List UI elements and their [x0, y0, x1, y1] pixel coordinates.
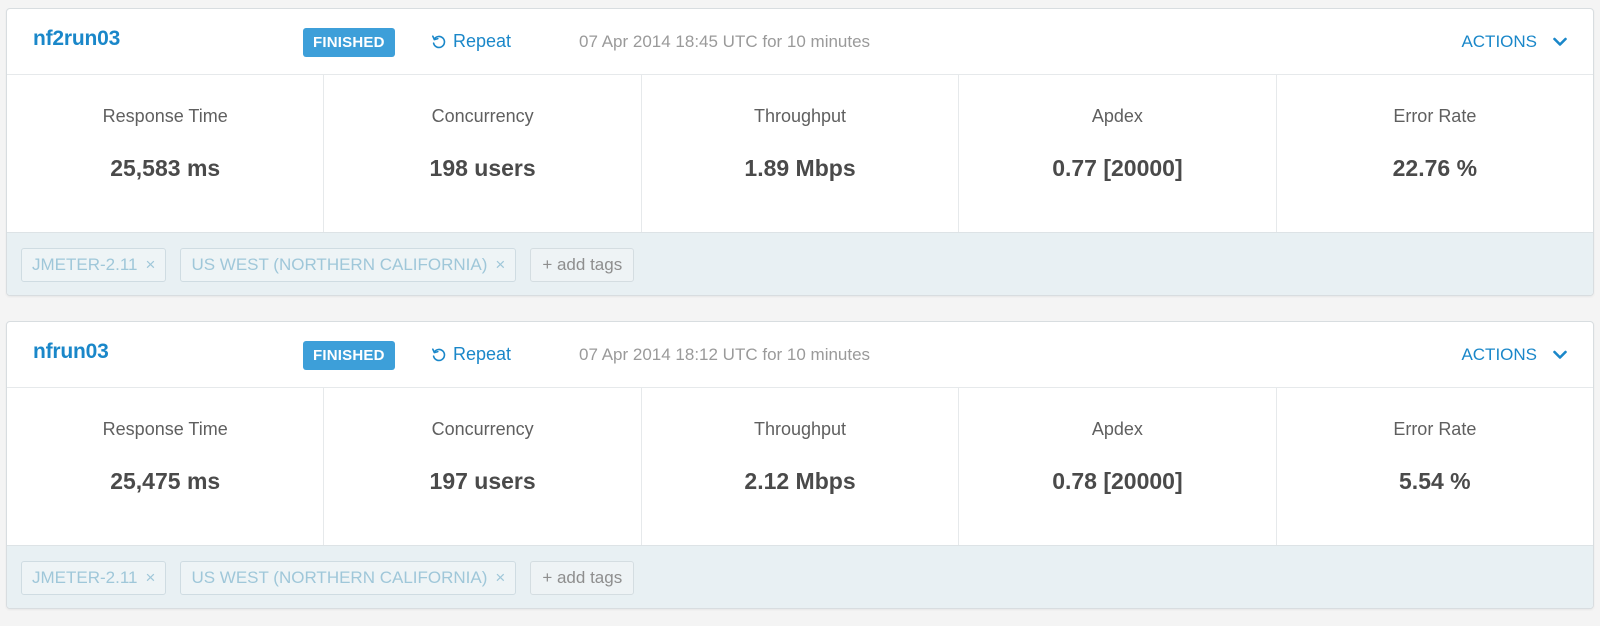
metric-value: 2.12 Mbps — [744, 468, 856, 494]
metric-value: 25,583 ms — [110, 155, 221, 181]
tag-label: JMETER-2.11 — [32, 568, 138, 587]
metric-value: 22.76 % — [1392, 155, 1478, 181]
metric-label: Apdex — [1091, 419, 1143, 439]
chevron-down-icon — [1553, 37, 1567, 46]
metric-value: 0.77 [20000] — [1052, 155, 1183, 181]
tag-region: US WEST (NORTHERN CALIFORNIA) × — [180, 248, 517, 282]
metric-error-rate: Error Rate 5.54 % — [1277, 388, 1593, 545]
tags-bar: JMETER-2.11 × US WEST (NORTHERN CALIFORN… — [7, 233, 1593, 295]
add-tags-button[interactable]: + add tags — [530, 248, 635, 282]
tag-label: US WEST (NORTHERN CALIFORNIA) — [191, 255, 488, 274]
metric-label: Throughput — [753, 106, 847, 126]
run-time: 07 Apr 2014 18:45 UTC for 10 minutes — [579, 32, 871, 51]
tag-jmeter: JMETER-2.11 × — [21, 248, 167, 282]
repeat-label: Repeat — [453, 344, 512, 364]
metric-error-rate: Error Rate 22.76 % — [1277, 75, 1593, 232]
metric-value: 25,475 ms — [110, 468, 221, 494]
close-icon[interactable]: × — [495, 568, 505, 588]
metric-apdex: Apdex 0.77 [20000] — [959, 75, 1277, 232]
repeat-label: Repeat — [453, 31, 512, 51]
close-icon[interactable]: × — [146, 255, 156, 275]
metric-label: Concurrency — [431, 106, 534, 126]
status-badge: FINISHED — [303, 28, 395, 57]
metric-value: 197 users — [429, 468, 536, 494]
repeat-button[interactable]: Repeat — [431, 31, 511, 52]
repeat-button[interactable]: Repeat — [431, 344, 511, 365]
run-name-link[interactable]: nf2run03 — [33, 27, 120, 51]
metric-throughput: Throughput 2.12 Mbps — [642, 388, 960, 545]
chevron-down-icon — [1553, 350, 1567, 359]
metric-response-time: Response Time 25,583 ms — [7, 75, 325, 232]
actions-label: ACTIONS — [1461, 32, 1537, 51]
add-tags-button[interactable]: + add tags — [530, 561, 635, 595]
metric-concurrency: Concurrency 198 users — [324, 75, 642, 232]
metric-label: Throughput — [753, 419, 847, 439]
tag-label: JMETER-2.11 — [32, 255, 138, 274]
metric-value: 198 users — [429, 155, 536, 181]
metric-value: 0.78 [20000] — [1052, 468, 1183, 494]
metric-concurrency: Concurrency 197 users — [324, 388, 642, 545]
tag-jmeter: JMETER-2.11 × — [21, 561, 167, 595]
run-header: nfrun03 FINISHED Repeat 07 Apr 2014 18:1… — [7, 322, 1593, 388]
metric-response-time: Response Time 25,475 ms — [7, 388, 325, 545]
metric-label: Concurrency — [431, 419, 534, 439]
run-card: nfrun03 FINISHED Repeat 07 Apr 2014 18:1… — [6, 321, 1594, 609]
metric-label: Apdex — [1091, 106, 1143, 126]
run-time: 07 Apr 2014 18:12 UTC for 10 minutes — [579, 345, 871, 364]
run-name-link[interactable]: nfrun03 — [33, 340, 109, 364]
metric-label: Error Rate — [1393, 419, 1477, 439]
actions-dropdown[interactable]: ACTIONS — [1461, 345, 1567, 365]
run-header: nf2run03 FINISHED Repeat 07 Apr 2014 18:… — [7, 9, 1593, 75]
actions-label: ACTIONS — [1461, 345, 1537, 364]
close-icon[interactable]: × — [146, 568, 156, 588]
metrics-row: Response Time 25,475 ms Concurrency 197 … — [7, 388, 1593, 546]
metric-label: Response Time — [102, 106, 228, 126]
repeat-icon — [432, 347, 446, 361]
tag-region: US WEST (NORTHERN CALIFORNIA) × — [180, 561, 517, 595]
tags-bar: JMETER-2.11 × US WEST (NORTHERN CALIFORN… — [7, 546, 1593, 608]
metric-throughput: Throughput 1.89 Mbps — [642, 75, 960, 232]
metric-label: Response Time — [102, 419, 228, 439]
metric-label: Error Rate — [1393, 106, 1477, 126]
tag-label: US WEST (NORTHERN CALIFORNIA) — [191, 568, 488, 587]
close-icon[interactable]: × — [495, 255, 505, 275]
metric-value: 5.54 % — [1399, 468, 1471, 494]
metric-apdex: Apdex 0.78 [20000] — [959, 388, 1277, 545]
metrics-row: Response Time 25,583 ms Concurrency 198 … — [7, 75, 1593, 233]
repeat-icon — [432, 34, 446, 48]
status-badge: FINISHED — [303, 341, 395, 370]
metric-value: 1.89 Mbps — [744, 155, 856, 181]
run-card: nf2run03 FINISHED Repeat 07 Apr 2014 18:… — [6, 8, 1594, 296]
actions-dropdown[interactable]: ACTIONS — [1461, 32, 1567, 52]
